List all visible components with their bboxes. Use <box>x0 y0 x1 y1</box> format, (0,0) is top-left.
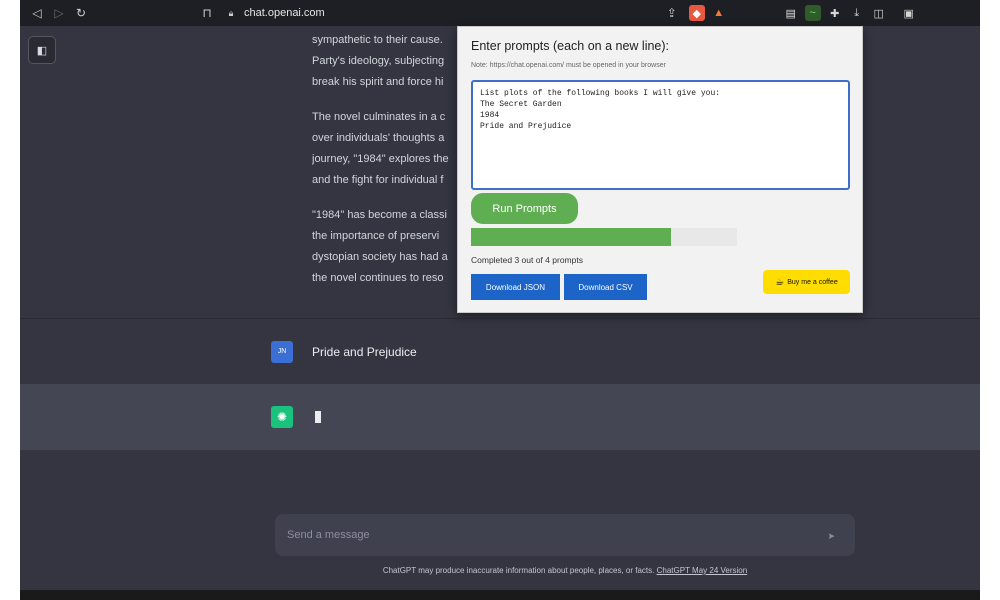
download-icon[interactable]: ⤓ <box>849 5 865 21</box>
brave-shield-icon[interactable]: ◆ <box>688 5 705 21</box>
download-json-button[interactable]: Download JSON <box>471 274 560 300</box>
sidebar-toggle-button[interactable]: ◧ <box>28 36 56 64</box>
puzzle-icon[interactable]: ✚ <box>827 5 843 21</box>
coffee-cup-icon: ☕︎ <box>775 276 785 288</box>
browser-toolbar: ◁ ▷ ↻ ⊓ 🔒︎ chat.openai.com ⇪ ◆ ▲ ▤ ~ ✚ ⤓… <box>20 0 980 26</box>
bookmark-icon[interactable]: ⊓ <box>198 4 216 22</box>
message-composer: ➤ <box>275 514 855 556</box>
sidebar-panel-icon: ◧ <box>36 44 48 57</box>
disclaimer: ChatGPT may produce inaccurate informati… <box>275 566 855 575</box>
share-icon[interactable]: ⇪ <box>663 4 681 22</box>
progress-fill <box>471 228 671 246</box>
buy-me-a-coffee-button[interactable]: ☕︎ Buy me a coffee <box>763 270 850 294</box>
extension-popup: Enter prompts (each on a new line): Note… <box>457 26 863 313</box>
wallet-icon[interactable]: ▣ <box>901 5 917 21</box>
popup-title: Enter prompts (each on a new line): <box>471 39 670 53</box>
progress-text: Completed 3 out of 4 prompts <box>471 255 583 265</box>
download-csv-button[interactable]: Download CSV <box>564 274 647 300</box>
bottom-bar <box>20 590 980 600</box>
lock-icon: 🔒︎ <box>228 7 234 18</box>
address-bar[interactable]: chat.openai.com <box>244 7 325 19</box>
alert-icon[interactable]: ▲ <box>711 5 727 21</box>
reload-icon[interactable]: ↻ <box>72 4 90 22</box>
popup-note: Note: https://chat.openai.com/ must be o… <box>471 62 666 69</box>
coffee-label: Buy me a coffee <box>787 278 838 286</box>
progress-bar <box>471 228 737 246</box>
forward-icon[interactable]: ▷ <box>50 4 68 22</box>
disclaimer-text: ChatGPT may produce inaccurate informati… <box>382 566 655 575</box>
send-icon[interactable]: ➤ <box>827 531 835 542</box>
typing-cursor <box>315 411 321 423</box>
avatar: JN <box>271 340 293 363</box>
assistant-message-row: ✺ <box>20 384 980 450</box>
user-message-text: Pride and Prejudice <box>312 344 417 359</box>
message-input[interactable] <box>287 529 807 541</box>
prompts-textarea[interactable]: List plots of the following books I will… <box>471 80 850 190</box>
openai-logo-icon: ✺ <box>271 406 293 428</box>
sidebar-icon[interactable]: ◫ <box>871 5 887 21</box>
extension-icon[interactable]: ~ <box>804 5 821 21</box>
version-link[interactable]: ChatGPT May 24 Version <box>657 566 748 575</box>
user-message-row: JN Pride and Prejudice <box>20 318 980 384</box>
back-icon[interactable]: ◁ <box>28 4 46 22</box>
browser-window: ◁ ▷ ↻ ⊓ 🔒︎ chat.openai.com ⇪ ◆ ▲ ▤ ~ ✚ ⤓… <box>20 0 980 600</box>
run-prompts-button[interactable]: Run Prompts <box>471 193 578 224</box>
reader-icon[interactable]: ▤ <box>783 5 799 21</box>
